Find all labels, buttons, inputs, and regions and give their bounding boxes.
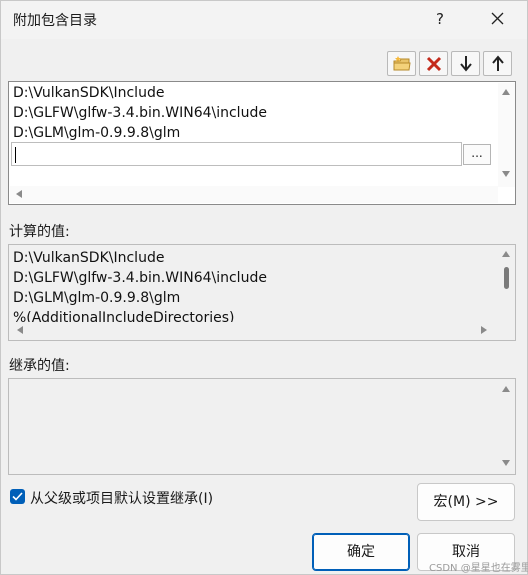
delete-icon bbox=[426, 56, 441, 71]
watermark-text: CSDN @星星也在雾里 bbox=[429, 563, 528, 574]
inherit-checkbox-label[interactable]: 从父级或项目默认设置继承(I) bbox=[30, 488, 213, 508]
inherited-values-label: 继承的值: bbox=[9, 358, 70, 374]
list-item: D:\VulkanSDK\Include bbox=[13, 250, 165, 266]
scroll-down-icon[interactable] bbox=[502, 460, 510, 466]
scroll-down-icon[interactable] bbox=[502, 171, 510, 177]
help-button[interactable]: ? bbox=[427, 5, 453, 33]
move-up-icon bbox=[491, 55, 504, 71]
close-icon bbox=[491, 12, 503, 25]
checkmark-icon bbox=[12, 492, 23, 501]
browse-button[interactable]: ... bbox=[463, 144, 491, 165]
list-item[interactable]: D:\GLFW\glfw-3.4.bin.WIN64\include bbox=[13, 105, 267, 121]
delete-line-button[interactable] bbox=[419, 51, 448, 76]
scroll-up-icon[interactable] bbox=[502, 251, 510, 257]
scroll-left-icon[interactable] bbox=[16, 190, 22, 198]
horizontal-scrollbar[interactable] bbox=[9, 322, 515, 339]
ok-button[interactable]: 确定 bbox=[312, 533, 410, 571]
list-item: D:\GLM\glm-0.9.9.8\glm bbox=[13, 290, 181, 306]
edit-path-input[interactable] bbox=[11, 142, 462, 166]
horizontal-scrollbar[interactable] bbox=[10, 186, 498, 203]
vertical-scrollbar[interactable] bbox=[498, 83, 515, 187]
inherited-values-list bbox=[8, 378, 516, 475]
scroll-thumb[interactable] bbox=[504, 267, 509, 289]
move-down-icon bbox=[459, 56, 472, 72]
dialog-title: 附加包含目录 bbox=[13, 13, 97, 29]
title-bar: 附加包含目录 ? bbox=[1, 1, 527, 39]
move-up-button[interactable] bbox=[483, 51, 512, 76]
new-line-button[interactable] bbox=[387, 51, 416, 76]
list-item[interactable]: D:\VulkanSDK\Include bbox=[13, 85, 164, 101]
scroll-up-icon[interactable] bbox=[502, 386, 510, 392]
new-folder-icon bbox=[393, 55, 411, 70]
computed-values-label: 计算的值: bbox=[9, 224, 70, 240]
list-item[interactable]: D:\GLM\glm-0.9.9.8\glm bbox=[13, 125, 180, 141]
scroll-up-icon[interactable] bbox=[502, 89, 510, 95]
vertical-scrollbar[interactable] bbox=[498, 379, 515, 474]
list-item: D:\GLFW\glfw-3.4.bin.WIN64\include bbox=[13, 270, 267, 286]
inherit-checkbox[interactable] bbox=[10, 489, 25, 504]
dialog-window: 附加包含目录 ? D:\VulkanSDK\Include D:\GLFW\gl… bbox=[0, 0, 528, 575]
text-caret bbox=[15, 147, 16, 163]
move-down-button[interactable] bbox=[451, 51, 480, 76]
macro-button[interactable]: 宏(M) >> bbox=[417, 483, 515, 521]
close-button[interactable] bbox=[481, 5, 513, 33]
computed-values-list: D:\VulkanSDK\Include D:\GLFW\glfw-3.4.bi… bbox=[8, 244, 516, 341]
scroll-left-icon[interactable] bbox=[17, 326, 23, 334]
vertical-scrollbar[interactable] bbox=[498, 245, 515, 322]
scroll-right-icon[interactable] bbox=[481, 326, 487, 334]
